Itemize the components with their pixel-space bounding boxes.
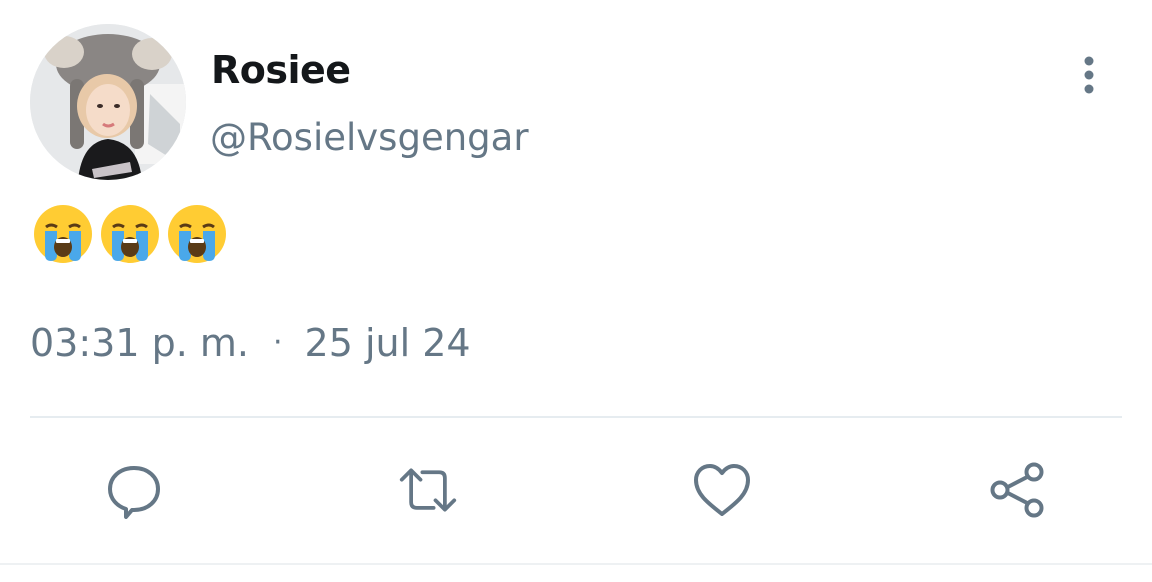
speech-bubble-icon [108,466,160,519]
username-handle[interactable]: @Rosielvsgengar [210,114,529,162]
heart-icon [694,464,750,516]
share-nodes-icon [990,462,1044,518]
tweet-time: 03:31 p. m. [30,321,249,365]
meta-separator: · [272,325,283,360]
tweet-text [32,203,228,269]
more-options-button[interactable] [1066,52,1112,98]
retweet-button[interactable] [398,460,458,520]
tweet-timestamp: 03:31 p. m. · 25 jul 24 [30,318,471,368]
tweet-date: 25 jul 24 [304,321,471,365]
bottom-divider [0,563,1152,565]
tweet-detail: Rosiee @Rosielvsgengar 03:31 p. m. · 25 … [0,0,1152,582]
retweet-arrows-icon [399,468,457,512]
display-name[interactable]: Rosiee [211,46,351,94]
avatar[interactable] [30,24,186,180]
vertical-dots-icon [1084,56,1094,94]
avatar-image [30,24,186,180]
share-button[interactable] [988,460,1048,520]
loudly-crying-face-icon [166,203,228,269]
reply-button[interactable] [104,460,164,520]
divider [30,416,1122,418]
like-button[interactable] [692,460,752,520]
loudly-crying-face-icon [32,203,94,269]
loudly-crying-face-icon [99,203,161,269]
